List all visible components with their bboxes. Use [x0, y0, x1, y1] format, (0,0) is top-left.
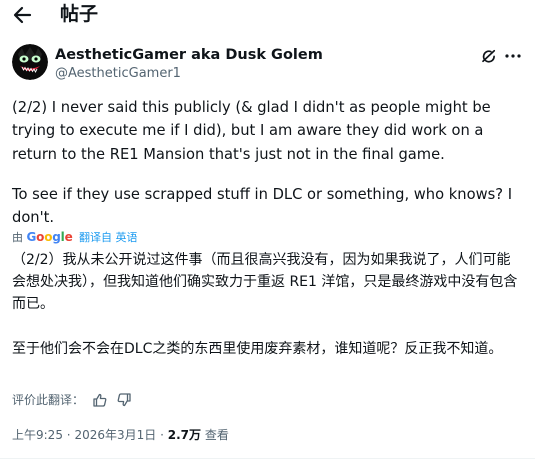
rate-translation-label: 评价此翻译：	[12, 393, 85, 407]
grok-icon[interactable]	[480, 47, 498, 65]
google-logo: Google	[26, 230, 73, 244]
divider	[0, 458, 535, 459]
thumbs-up-icon[interactable]	[92, 392, 108, 408]
tweet-date[interactable]: 2026年3月1日	[74, 428, 156, 442]
translation-attribution: 由 Google 翻译自 英语	[12, 229, 138, 246]
tweet-time[interactable]: 上午9:25	[12, 428, 63, 442]
views-label: 查看	[204, 428, 229, 442]
meta-separator: ·	[160, 428, 164, 442]
author-display-name[interactable]: AestheticGamer aka Dusk Golem	[55, 46, 323, 64]
more-options-icon[interactable]	[504, 49, 522, 63]
translated-text-paragraph: （2/2）我从未公开说过这件事（而且很高兴我没有，因为如果我说了，人们可能会想处…	[12, 252, 518, 312]
thumbs-down-icon[interactable]	[116, 392, 132, 408]
view-count: 2.7万	[167, 428, 201, 442]
translated-from-link[interactable]: 翻译自 英语	[79, 231, 138, 244]
avatar-image	[12, 44, 48, 80]
meta-separator: ·	[66, 428, 71, 442]
avatar[interactable]	[12, 44, 48, 80]
translated-text-paragraph: 至于他们会不会在DLC之类的东西里使用废弃素材，谁知道呢？反正我不知道。	[12, 341, 503, 357]
tweet-text-paragraph: To see if they use scrapped stuff in DLC…	[12, 186, 513, 227]
page-title: 帖子	[60, 3, 99, 25]
translation-by-label: 由	[12, 231, 23, 244]
tweet-meta: 上午9:25 · 2026年3月1日 · 2.7万 查看	[12, 427, 229, 443]
tweet-text-paragraph: (2/2) I never said this publicly (& glad…	[12, 99, 491, 163]
top-bar: 帖子	[0, 0, 535, 34]
back-arrow-icon[interactable]	[10, 3, 34, 27]
author-handle[interactable]: @AestheticGamer1	[55, 65, 181, 82]
